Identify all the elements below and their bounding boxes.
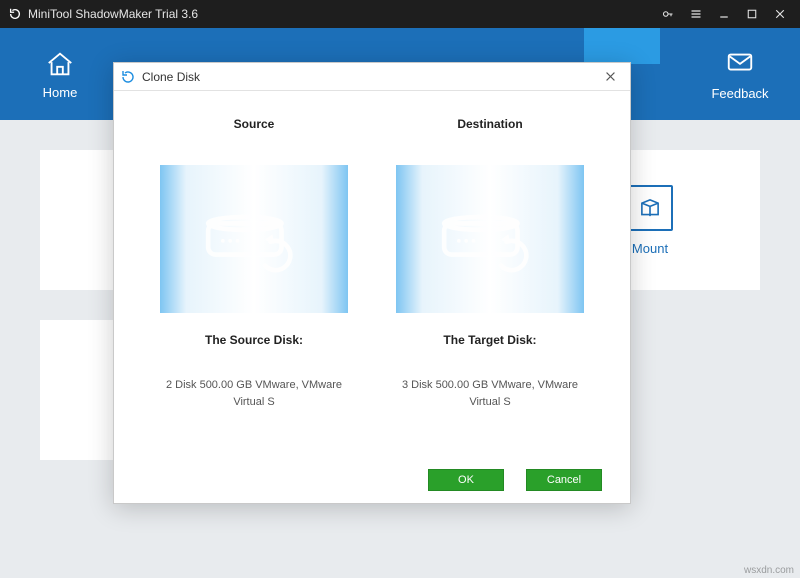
disk-sync-icon: [199, 195, 309, 283]
source-disk-label: The Source Disk:: [205, 333, 303, 347]
dialog-body: Source The Source Dis: [114, 91, 630, 463]
target-disk-description: 3 Disk 500.00 GB VMware, VMware Virtual …: [385, 377, 595, 410]
dialog-close-button[interactable]: [594, 63, 626, 91]
clone-disk-dialog: Clone Disk Source: [113, 62, 631, 504]
dialog-titlebar: Clone Disk: [114, 63, 630, 91]
cancel-button-label: Cancel: [547, 474, 581, 486]
dialog-footer: OK Cancel: [114, 463, 630, 503]
dialog-app-icon: [120, 69, 136, 85]
source-disk-description: 2 Disk 500.00 GB VMware, VMware Virtual …: [149, 377, 359, 410]
target-disk-label: The Target Disk:: [443, 333, 536, 347]
destination-column: Destination The Targe: [378, 99, 602, 463]
source-disk-tile[interactable]: [160, 165, 348, 313]
destination-heading: Destination: [457, 117, 522, 131]
ok-button[interactable]: OK: [428, 469, 504, 491]
ok-button-label: OK: [458, 474, 474, 486]
dialog-title: Clone Disk: [142, 70, 200, 84]
source-heading: Source: [234, 117, 275, 131]
watermark: wsxdn.com: [744, 565, 794, 576]
cancel-button[interactable]: Cancel: [526, 469, 602, 491]
disk-sync-icon: [435, 195, 545, 283]
modal-backdrop: Clone Disk Source: [0, 0, 800, 578]
destination-disk-tile[interactable]: [396, 165, 584, 313]
source-column: Source The Source Dis: [142, 99, 366, 463]
